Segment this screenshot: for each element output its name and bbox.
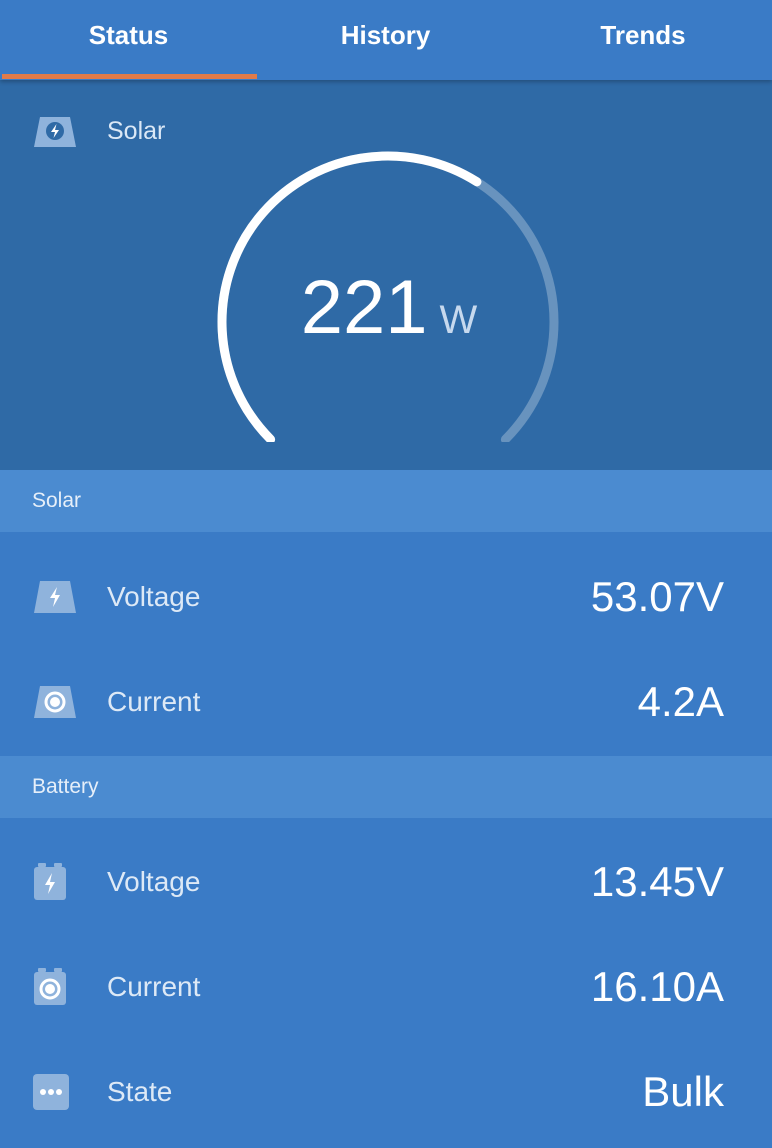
solar-power-panel: Solar 221 W [0, 80, 772, 470]
list-item-solar-current[interactable]: Current 4.2A [0, 649, 772, 754]
row-label: Voltage [107, 865, 201, 897]
list-item-battery-voltage[interactable]: Voltage 13.45V [0, 829, 772, 934]
row-value: 16.10A [590, 962, 724, 1010]
list-item-battery-current[interactable]: Current 16.10A [0, 934, 772, 1039]
row-label: Voltage [107, 580, 201, 612]
list-item-state[interactable]: State Bulk [0, 1039, 772, 1144]
active-tab-indicator [2, 74, 257, 79]
hero-header: Solar [32, 112, 165, 152]
tab-bar: Status History Trends [0, 0, 772, 80]
solar-current-icon [34, 685, 76, 718]
row-value: 4.2A [637, 677, 724, 725]
row-label: Current [107, 970, 201, 1002]
tab-history[interactable]: History [257, 0, 514, 80]
power-readout: 221 W [214, 270, 564, 346]
row-label: State [107, 1075, 173, 1107]
hero-label: Solar [107, 117, 166, 145]
list-item-solar-voltage[interactable]: Voltage 53.07V [0, 544, 772, 649]
row-label: Current [107, 685, 201, 717]
row-value: 53.07V [590, 572, 724, 620]
row-value: Bulk [642, 1067, 724, 1115]
section-header-battery: Battery [0, 756, 772, 818]
power-value: 221 [300, 265, 428, 350]
solar-panel-bolt-icon [34, 117, 76, 147]
state-dots-icon [33, 1073, 69, 1110]
battery-voltage-icon [34, 862, 66, 900]
row-value: 13.45V [590, 857, 724, 905]
tab-trends[interactable]: Trends [514, 0, 772, 80]
section-header-solar: Solar [0, 470, 772, 532]
power-unit: W [439, 298, 478, 342]
solar-voltage-icon [34, 580, 76, 613]
tab-status[interactable]: Status [0, 0, 257, 80]
battery-current-icon [34, 967, 66, 1005]
